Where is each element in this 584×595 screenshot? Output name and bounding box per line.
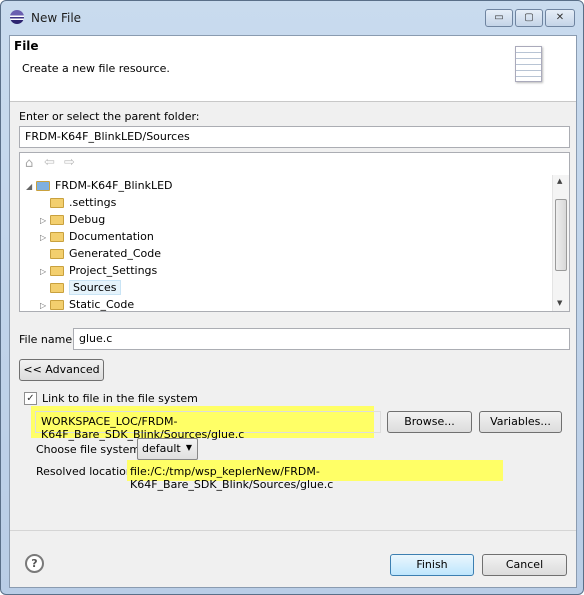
link-location-input[interactable]: WORKSPACE_LOC/FRDM-K64F_Bare_SDK_Blink/S… <box>35 411 381 441</box>
folder-icon <box>50 266 64 276</box>
tree-item[interactable]: .settings <box>40 194 116 211</box>
tree-item[interactable]: Sources <box>40 279 121 296</box>
footer-divider <box>10 530 576 531</box>
file-name-input[interactable]: glue.c <box>73 328 570 350</box>
minimize-button[interactable]: ▭ <box>485 9 513 27</box>
file-system-label: Choose file system: <box>36 443 144 456</box>
browse-button[interactable]: Browse... <box>387 411 472 433</box>
expander-icon[interactable]: ▷ <box>40 212 50 229</box>
tree-item[interactable]: Generated_Code <box>40 245 161 262</box>
close-button[interactable]: ✕ <box>545 9 575 27</box>
link-checkbox-label: Link to file in the file system <box>42 392 198 405</box>
eclipse-icon <box>10 10 24 24</box>
folder-icon <box>50 249 64 259</box>
folder-icon <box>50 283 64 293</box>
file-name-label: File name: <box>19 333 76 346</box>
chevron-down-icon: ▼ <box>185 443 192 452</box>
scroll-down-icon[interactable]: ▼ <box>557 299 562 307</box>
help-icon[interactable]: ? <box>25 554 44 573</box>
folder-icon <box>50 198 64 208</box>
dialog-window: New File ▭ ▢ ✕ File Create a new file re… <box>0 0 584 595</box>
tree-item[interactable]: ◢ FRDM-K64F_BlinkLED <box>26 177 173 194</box>
page-description: Create a new file resource. <box>22 62 170 75</box>
page-title: File <box>14 39 39 53</box>
expander-icon[interactable]: ▷ <box>40 297 50 314</box>
maximize-button[interactable]: ▢ <box>515 9 543 27</box>
tree-item-label: Project_Settings <box>69 264 158 277</box>
file-system-value: default <box>142 442 181 455</box>
parent-folder-input[interactable]: FRDM-K64F_BlinkLED/Sources <box>19 126 570 148</box>
scroll-up-icon[interactable]: ▲ <box>557 177 562 185</box>
link-checkbox[interactable]: ✓ <box>24 392 37 405</box>
file-icon <box>515 46 542 82</box>
expander-icon[interactable]: ▷ <box>40 229 50 246</box>
tree-item-label: FRDM-K64F_BlinkLED <box>55 179 173 192</box>
tree-item-label: Static_Code <box>69 298 135 311</box>
tree-item-label: Debug <box>69 213 106 226</box>
dialog-client: File Create a new file resource. Enter o… <box>9 35 577 588</box>
tree-item[interactable]: ▷ Documentation <box>40 228 154 245</box>
parent-folder-label: Enter or select the parent folder: <box>19 110 200 123</box>
tree-item[interactable]: ▷ Debug <box>40 211 105 228</box>
tree-scrollbar[interactable]: ▲ ▼ <box>552 175 569 311</box>
folder-icon <box>50 232 64 242</box>
folder-icon <box>50 300 64 310</box>
tree-item-label: Documentation <box>69 230 154 243</box>
scroll-thumb[interactable] <box>555 199 567 271</box>
expander-icon[interactable]: ▷ <box>40 263 50 280</box>
home-icon[interactable]: ⌂ <box>25 156 33 171</box>
advanced-button[interactable]: << Advanced <box>19 359 104 381</box>
back-icon[interactable]: ⇦ <box>44 155 55 170</box>
tree-item[interactable]: ▷ Project_Settings <box>40 262 157 279</box>
tree-item-label: .settings <box>69 196 117 209</box>
wizard-header: File Create a new file resource. <box>10 36 576 102</box>
forward-icon[interactable]: ⇨ <box>64 155 75 170</box>
expander-icon[interactable]: ◢ <box>26 178 36 195</box>
resolved-location-value: file:/C:/tmp/wsp_keplerNew/FRDM-K64F_Bar… <box>127 460 503 491</box>
folder-tree[interactable]: ⌂ ⇦ ⇨ ◢ FRDM-K64F_BlinkLED .settings ▷ Debug… <box>19 152 570 312</box>
tree-item-label: Generated_Code <box>69 247 162 260</box>
tree-item-label: Sources <box>69 280 121 295</box>
finish-button[interactable]: Finish <box>390 554 474 576</box>
project-icon <box>36 181 50 191</box>
variables-button[interactable]: Variables... <box>479 411 562 433</box>
window-title: New File <box>31 11 82 25</box>
folder-icon <box>50 215 64 225</box>
tree-item[interactable]: ▷ Static_Code <box>40 296 134 313</box>
resolved-location-label: Resolved location: <box>36 465 137 478</box>
file-system-select[interactable]: default ▼ <box>137 438 198 460</box>
cancel-button[interactable]: Cancel <box>482 554 567 576</box>
